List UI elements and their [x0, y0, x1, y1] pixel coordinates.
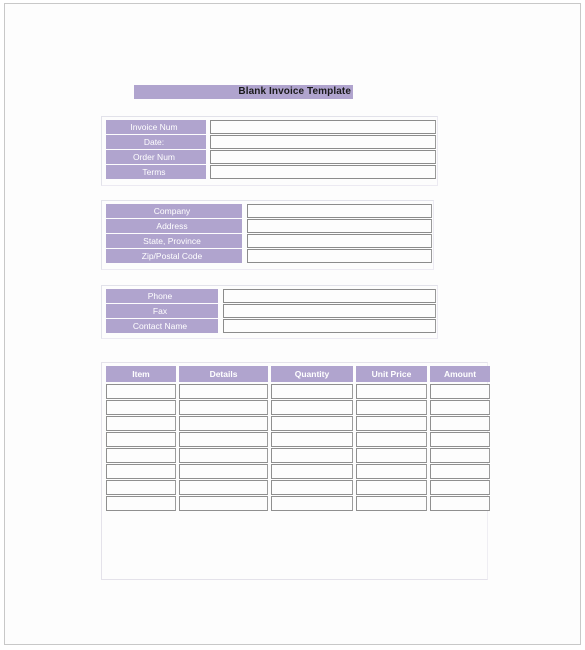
cell-unit-price[interactable] [356, 480, 427, 495]
label-address: Address [106, 219, 242, 233]
page-title: Blank Invoice Template [238, 86, 351, 97]
cell-details[interactable] [179, 400, 268, 415]
column-header-quantity: Quantity [271, 366, 353, 382]
cell-details[interactable] [179, 416, 268, 431]
label-date: Date: [106, 135, 206, 149]
field-contact-name[interactable] [223, 319, 436, 333]
field-state-province[interactable] [247, 234, 432, 248]
cell-amount[interactable] [430, 400, 490, 415]
table-row [106, 384, 490, 399]
form-row-state-province: State, Province [106, 234, 432, 248]
cell-unit-price[interactable] [356, 400, 427, 415]
cell-amount[interactable] [430, 464, 490, 479]
cell-item[interactable] [106, 464, 176, 479]
field-phone[interactable] [223, 289, 436, 303]
cell-unit-price[interactable] [356, 496, 427, 511]
cell-quantity[interactable] [271, 496, 353, 511]
cell-quantity[interactable] [271, 448, 353, 463]
form-row-address: Address [106, 219, 432, 233]
cell-details[interactable] [179, 448, 268, 463]
cell-amount[interactable] [430, 416, 490, 431]
cell-details[interactable] [179, 464, 268, 479]
cell-item[interactable] [106, 400, 176, 415]
company-details-block: Company Address State, Province Zip/Post… [101, 200, 434, 270]
document-page: Blank Invoice Template Invoice Num Date:… [4, 3, 581, 645]
cell-amount[interactable] [430, 448, 490, 463]
table-row [106, 480, 490, 495]
invoice-details-block: Invoice Num Date: Order Num Terms [101, 116, 438, 186]
table-row [106, 496, 490, 511]
cell-unit-price[interactable] [356, 448, 427, 463]
field-date[interactable] [210, 135, 436, 149]
table-row [106, 448, 490, 463]
cell-item[interactable] [106, 416, 176, 431]
column-header-item: Item [106, 366, 176, 382]
cell-item[interactable] [106, 448, 176, 463]
cell-unit-price[interactable] [356, 416, 427, 431]
contact-details-block: Phone Fax Contact Name [101, 285, 438, 339]
label-terms: Terms [106, 165, 206, 179]
cell-quantity[interactable] [271, 400, 353, 415]
table-header-row: Item Details Quantity Unit Price Amount [106, 366, 490, 382]
field-company[interactable] [247, 204, 432, 218]
form-row-fax: Fax [106, 304, 436, 318]
cell-item[interactable] [106, 432, 176, 447]
cell-quantity[interactable] [271, 432, 353, 447]
cell-amount[interactable] [430, 496, 490, 511]
cell-amount[interactable] [430, 432, 490, 447]
cell-unit-price[interactable] [356, 432, 427, 447]
form-row-date: Date: [106, 135, 436, 149]
cell-item[interactable] [106, 480, 176, 495]
cell-amount[interactable] [430, 480, 490, 495]
label-fax: Fax [106, 304, 218, 318]
cell-details[interactable] [179, 480, 268, 495]
line-items-table: Item Details Quantity Unit Price Amount [101, 362, 490, 580]
cell-quantity[interactable] [271, 384, 353, 399]
field-zip-postal-code[interactable] [247, 249, 432, 263]
label-zip-postal-code: Zip/Postal Code [106, 249, 242, 263]
column-header-unit-price: Unit Price [356, 366, 427, 382]
label-state-province: State, Province [106, 234, 242, 248]
cell-quantity[interactable] [271, 464, 353, 479]
table-row [106, 432, 490, 447]
cell-quantity[interactable] [271, 480, 353, 495]
cell-details[interactable] [179, 432, 268, 447]
form-row-terms: Terms [106, 165, 436, 179]
cell-item[interactable] [106, 384, 176, 399]
cell-unit-price[interactable] [356, 464, 427, 479]
form-row-order-num: Order Num [106, 150, 436, 164]
table-row [106, 400, 490, 415]
field-address[interactable] [247, 219, 432, 233]
form-row-company: Company [106, 204, 432, 218]
cell-quantity[interactable] [271, 416, 353, 431]
cell-amount[interactable] [430, 384, 490, 399]
label-company: Company [106, 204, 242, 218]
field-terms[interactable] [210, 165, 436, 179]
table-row [106, 464, 490, 479]
field-fax[interactable] [223, 304, 436, 318]
cell-item[interactable] [106, 496, 176, 511]
label-invoice-num: Invoice Num [106, 120, 206, 134]
column-header-details: Details [179, 366, 268, 382]
form-row-phone: Phone [106, 289, 436, 303]
cell-details[interactable] [179, 384, 268, 399]
cell-details[interactable] [179, 496, 268, 511]
table-row [106, 416, 490, 431]
label-phone: Phone [106, 289, 218, 303]
cell-unit-price[interactable] [356, 384, 427, 399]
label-contact-name: Contact Name [106, 319, 218, 333]
form-row-zip-postal-code: Zip/Postal Code [106, 249, 432, 263]
form-row-contact-name: Contact Name [106, 319, 436, 333]
label-order-num: Order Num [106, 150, 206, 164]
field-order-num[interactable] [210, 150, 436, 164]
column-header-amount: Amount [430, 366, 490, 382]
invoice-title-bar: Blank Invoice Template [134, 85, 353, 99]
field-invoice-num[interactable] [210, 120, 436, 134]
form-row-invoice-num: Invoice Num [106, 120, 436, 134]
